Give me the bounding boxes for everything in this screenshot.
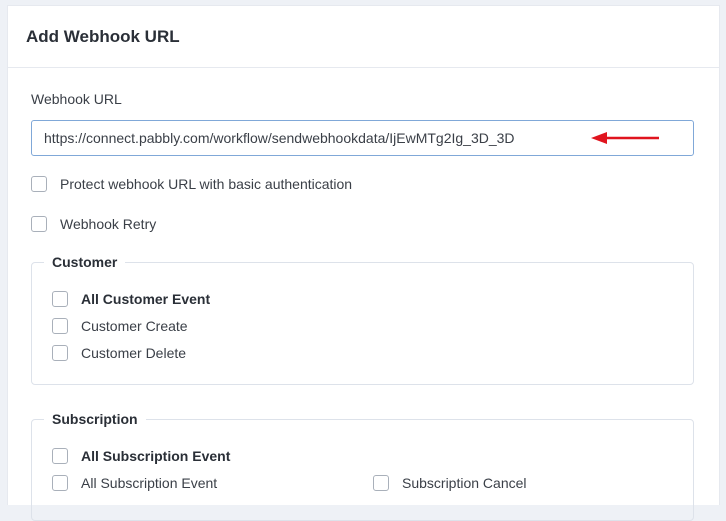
subscription-group: Subscription <box>31 411 694 521</box>
protect-url-checkbox[interactable] <box>31 176 47 192</box>
arrow-left-icon <box>591 132 659 144</box>
all-customer-event-option[interactable]: All Customer Event <box>52 291 210 307</box>
webhook-retry-checkbox[interactable] <box>31 216 47 232</box>
customer-create-option[interactable]: Customer Create <box>52 318 188 334</box>
webhook-retry-option[interactable]: Webhook Retry <box>31 216 156 232</box>
webhook-url-label: Webhook URL <box>31 91 122 107</box>
all-subscription-event-option[interactable]: All Subscription Event <box>52 448 230 464</box>
customer-create-checkbox[interactable] <box>52 318 68 334</box>
subscription-cancel-option[interactable]: Subscription Cancel <box>373 475 527 491</box>
all-subscription-event-label: All Subscription Event <box>81 448 231 464</box>
customer-create-label: Customer Create <box>81 318 188 334</box>
customer-legend: Customer <box>52 254 118 270</box>
customer-delete-option[interactable]: Customer Delete <box>52 345 186 361</box>
subscription-legend: Subscription <box>52 411 138 427</box>
subscription-event-checkbox[interactable] <box>52 475 68 491</box>
customer-delete-checkbox[interactable] <box>52 345 68 361</box>
all-subscription-event-checkbox[interactable] <box>52 448 68 464</box>
subscription-cancel-checkbox[interactable] <box>373 475 389 491</box>
all-customer-event-checkbox[interactable] <box>52 291 68 307</box>
subscription-cancel-label: Subscription Cancel <box>402 475 527 491</box>
customer-delete-label: Customer Delete <box>81 345 187 361</box>
add-webhook-panel: Add Webhook URL Webhook URL Protect webh… <box>7 5 720 521</box>
protect-url-label: Protect webhook URL with basic authentic… <box>60 176 353 192</box>
webhook-retry-label: Webhook Retry <box>60 216 157 232</box>
all-customer-event-label: All Customer Event <box>81 291 211 307</box>
protect-url-option[interactable]: Protect webhook URL with basic authentic… <box>31 176 352 192</box>
subscription-event-option[interactable]: All Subscription Event <box>52 475 217 491</box>
subscription-event-label: All Subscription Event <box>81 475 218 491</box>
panel-title: Add Webhook URL <box>26 27 180 46</box>
panel-header: Add Webhook URL <box>8 6 719 68</box>
